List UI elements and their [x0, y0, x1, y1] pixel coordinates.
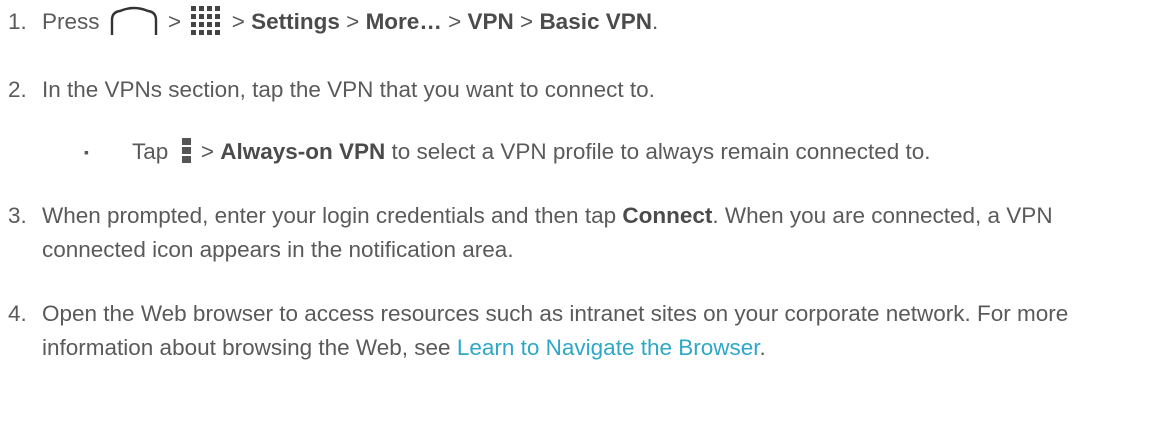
separator: >	[520, 9, 534, 34]
step-number: 1.	[8, 9, 27, 34]
step-text: When prompted, enter your login credenti…	[42, 199, 1146, 267]
step-number: 4.	[8, 301, 27, 326]
step-text: Press > > Settings > More… > VPN > Basic…	[42, 5, 1146, 39]
always-on-vpn-label: Always-on VPN	[220, 139, 386, 164]
separator: >	[448, 9, 462, 34]
press-text: Press	[42, 9, 100, 34]
period: .	[652, 9, 659, 34]
learn-to-navigate-link[interactable]: Learn to Navigate the Browser	[457, 335, 760, 360]
sub-step-text: Tap > Always-on VPN to select a VPN prof…	[132, 135, 1146, 169]
separator: >	[346, 9, 360, 34]
apps-grid-icon	[189, 4, 223, 36]
connect-label: Connect	[622, 203, 713, 228]
step-text: In the VPNs section, tap the VPN that yo…	[42, 77, 655, 102]
bullet-icon: ▪	[84, 144, 89, 160]
settings-label: Settings	[251, 9, 340, 34]
basic-vpn-label: Basic VPN	[539, 9, 652, 34]
separator: >	[168, 9, 182, 34]
menu-icon	[181, 136, 193, 166]
separator: >	[200, 139, 214, 164]
more-label: More…	[365, 9, 442, 34]
step-3-pre: When prompted, enter your login credenti…	[42, 203, 617, 228]
step-number: 3.	[8, 203, 27, 228]
home-icon	[108, 6, 160, 36]
tap-text: Tap	[132, 139, 169, 164]
step-number: 2.	[8, 77, 27, 102]
vpn-label: VPN	[467, 9, 514, 34]
period: .	[759, 335, 766, 360]
step-text: Open the Web browser to access resources…	[42, 297, 1146, 365]
separator: >	[231, 9, 245, 34]
sub-step-rest: to select a VPN profile to always remain…	[391, 139, 931, 164]
